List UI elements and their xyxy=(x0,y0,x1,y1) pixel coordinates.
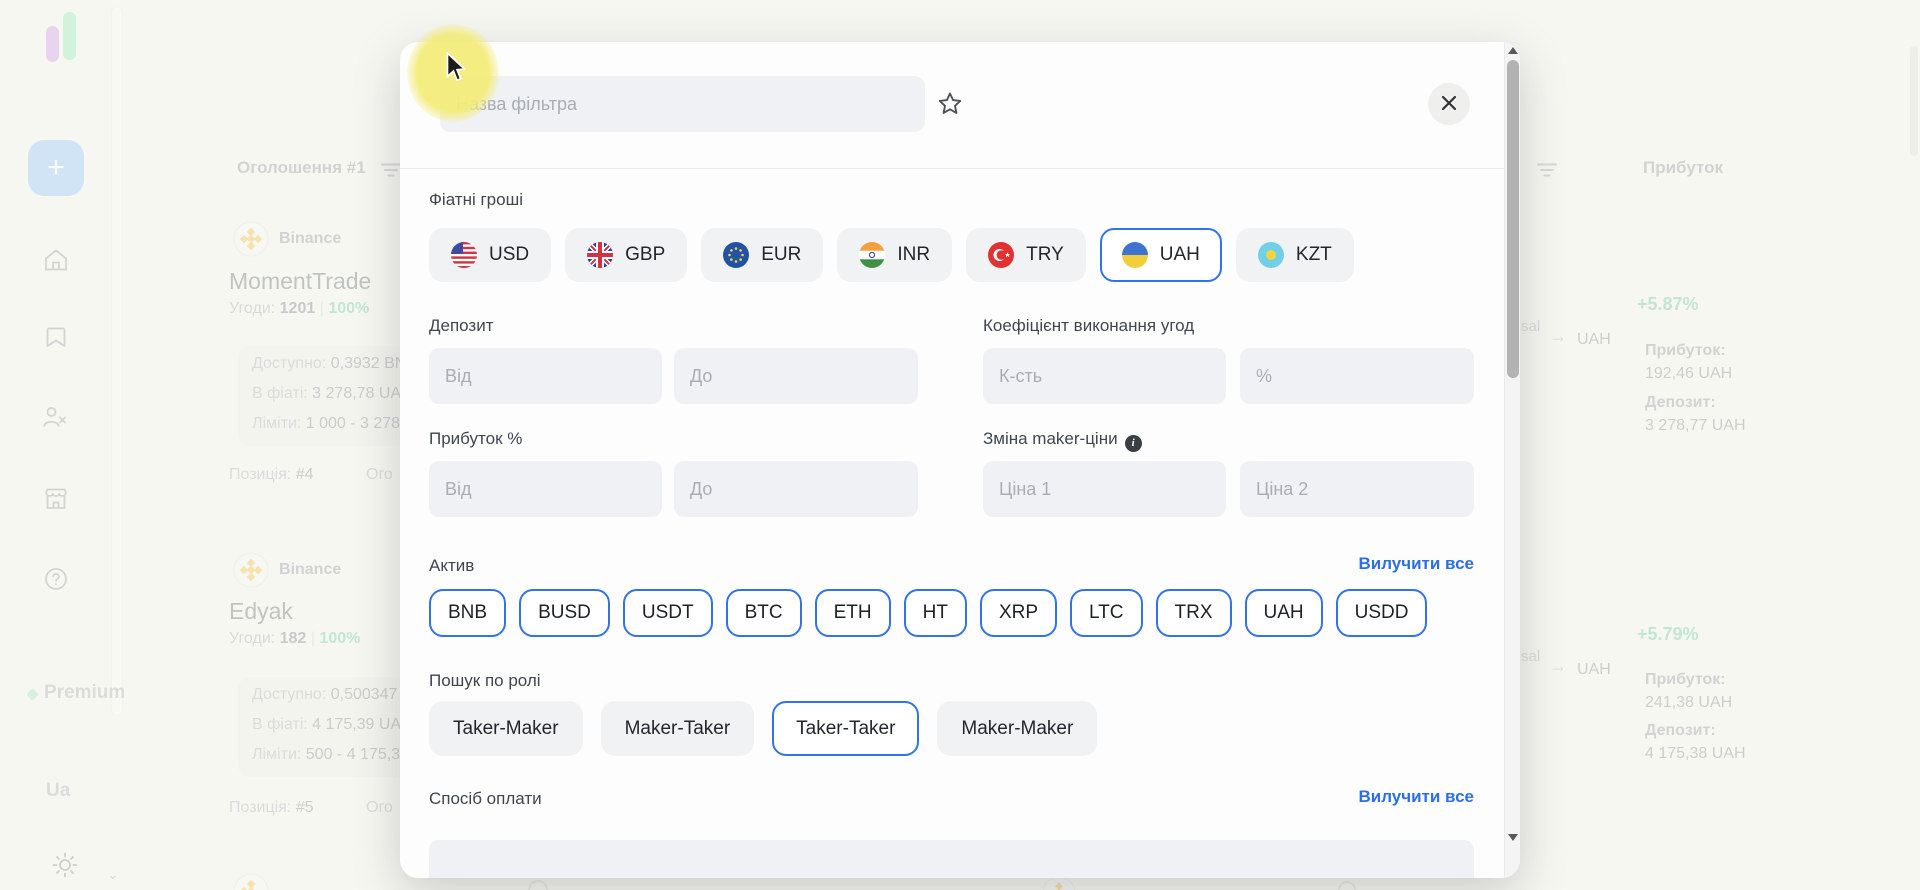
deposit-from-input[interactable] xyxy=(429,348,662,404)
header-divider xyxy=(400,168,1520,169)
mouse-cursor-icon xyxy=(443,52,469,89)
gbp-flag-icon xyxy=(587,242,613,268)
asset-section-label: Актив xyxy=(429,556,474,576)
scroll-down-arrow[interactable] xyxy=(1508,834,1518,841)
modal-scrollbar-thumb[interactable] xyxy=(1507,60,1519,378)
currency-kzt-button[interactable]: KZT xyxy=(1236,228,1354,282)
role-taker-maker-button[interactable]: Taker-Maker xyxy=(429,701,583,756)
asset-btc-button[interactable]: BTC xyxy=(726,589,802,637)
execution-pct-input[interactable] xyxy=(1240,348,1474,404)
role-section-label: Пошук по ролі xyxy=(429,671,541,691)
filter-modal: Фіатні гроші USD GBP EUR INR TRY UAH KZT xyxy=(400,42,1520,878)
modal-scrollbar[interactable] xyxy=(1504,42,1520,878)
currency-uah-button[interactable]: UAH xyxy=(1100,228,1222,282)
role-taker-taker-button[interactable]: Taker-Taker xyxy=(772,701,919,756)
asset-clear-all-link[interactable]: Вилучити все xyxy=(1274,554,1474,574)
deposit-section-label: Депозит xyxy=(429,316,494,336)
execution-section-label: Коефіцієнт виконання угод xyxy=(983,316,1194,336)
fiat-section-label: Фіатні гроші xyxy=(429,190,523,210)
uah-flag-icon xyxy=(1122,242,1148,268)
asset-xrp-button[interactable]: XRP xyxy=(980,589,1057,637)
asset-ht-button[interactable]: HT xyxy=(904,589,967,637)
info-icon[interactable]: i xyxy=(1125,435,1142,452)
close-icon xyxy=(1439,93,1459,116)
eur-flag-icon xyxy=(723,242,749,268)
currency-try-button[interactable]: TRY xyxy=(966,228,1086,282)
asset-busd-button[interactable]: BUSD xyxy=(519,589,610,637)
currency-usd-button[interactable]: USD xyxy=(429,228,551,282)
asset-usdd-button[interactable]: USDD xyxy=(1336,589,1428,637)
asset-usdt-button[interactable]: USDT xyxy=(623,589,713,637)
currency-gbp-button[interactable]: GBP xyxy=(565,228,687,282)
currency-eur-button[interactable]: EUR xyxy=(701,228,823,282)
role-maker-taker-button[interactable]: Maker-Taker xyxy=(601,701,755,756)
usd-flag-icon xyxy=(451,242,477,268)
asset-bnb-button[interactable]: BNB xyxy=(429,589,506,637)
profit-from-input[interactable] xyxy=(429,461,662,517)
filter-name-input[interactable] xyxy=(440,76,925,132)
scroll-up-arrow[interactable] xyxy=(1508,47,1518,54)
favorite-star-icon[interactable] xyxy=(936,90,964,123)
payment-clear-all-link[interactable]: Вилучити все xyxy=(1274,787,1474,807)
kzt-flag-icon xyxy=(1258,242,1284,268)
role-maker-maker-button[interactable]: Maker-Maker xyxy=(937,701,1097,756)
close-modal-button[interactable] xyxy=(1428,83,1470,125)
payment-method-field[interactable] xyxy=(429,840,1474,878)
profit-section-label: Прибуток % xyxy=(429,429,522,449)
asset-trx-button[interactable]: TRX xyxy=(1156,589,1232,637)
maker-price-section-label: Зміна maker-ціниi xyxy=(983,429,1142,452)
maker-price2-input[interactable] xyxy=(1240,461,1474,517)
asset-ltc-button[interactable]: LTC xyxy=(1070,589,1142,637)
currency-inr-button[interactable]: INR xyxy=(837,228,952,282)
payment-section-label: Спосіб оплати xyxy=(429,789,542,809)
profit-to-input[interactable] xyxy=(674,461,918,517)
deposit-to-input[interactable] xyxy=(674,348,918,404)
execution-qty-input[interactable] xyxy=(983,348,1226,404)
try-flag-icon xyxy=(988,242,1014,268)
maker-price1-input[interactable] xyxy=(983,461,1226,517)
inr-flag-icon xyxy=(859,242,885,268)
asset-uah-button[interactable]: UAH xyxy=(1245,589,1323,637)
asset-eth-button[interactable]: ETH xyxy=(815,589,891,637)
